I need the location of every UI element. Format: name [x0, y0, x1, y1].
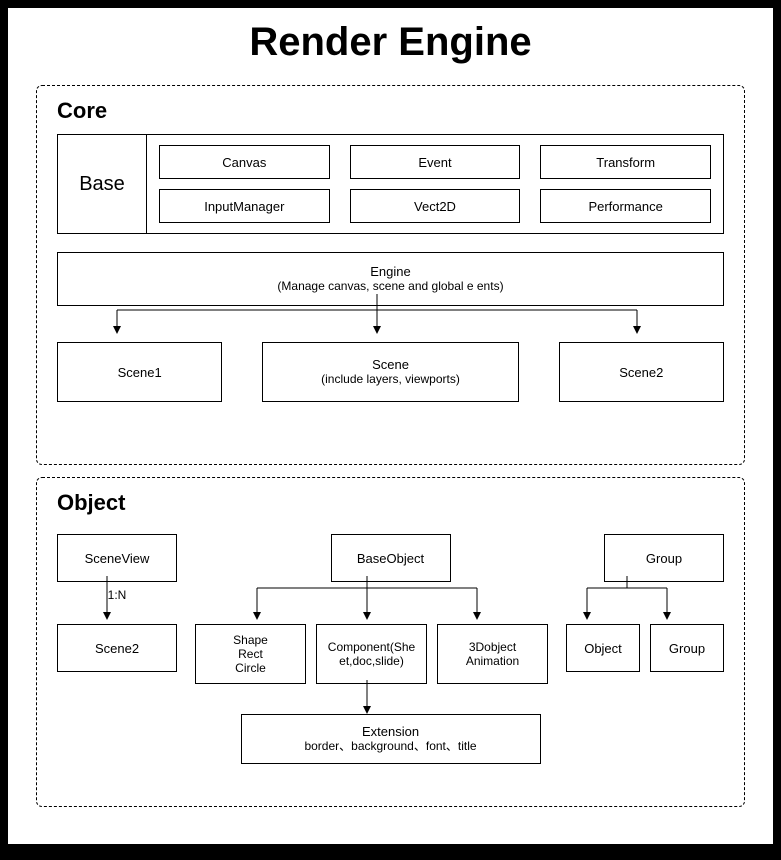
- component-box: Component(She et,doc,slide): [316, 624, 427, 684]
- core-section: Core Base Canvas Event Transform InputMa…: [36, 85, 745, 465]
- relation-annotation: 1:N: [57, 588, 177, 602]
- shape-box: Shape Rect Circle: [195, 624, 306, 684]
- group-child-box: Group: [650, 624, 724, 672]
- group-children: Object Group: [566, 624, 724, 672]
- base-container: Base Canvas Event Transform InputManager…: [57, 134, 724, 234]
- diagram-title: Render Engine: [8, 8, 773, 73]
- scene-label: Scene: [372, 357, 409, 372]
- scene2-object-box: Scene2: [57, 624, 177, 672]
- scene-sub: (include layers, viewports): [321, 372, 460, 388]
- base-module-performance: Performance: [540, 189, 711, 223]
- extension-connector: [57, 680, 697, 714]
- baseobject-box: BaseObject: [331, 534, 451, 582]
- scene1-box: Scene1: [57, 342, 222, 402]
- extension-label: Extension: [362, 724, 419, 739]
- object-section: Object SceneView BaseObject Group: [36, 477, 745, 807]
- base-module-transform: Transform: [540, 145, 711, 179]
- core-section-title: Core: [57, 98, 724, 124]
- base-module-canvas: Canvas: [159, 145, 330, 179]
- scene2-box: Scene2: [559, 342, 724, 402]
- scene-box: Scene (include layers, viewports): [262, 342, 518, 402]
- scene-row: Scene1 Scene (include layers, viewports)…: [57, 342, 724, 402]
- base-module-vect2d: Vect2D: [350, 189, 521, 223]
- object-child-box: Object: [566, 624, 640, 672]
- group-box: Group: [604, 534, 724, 582]
- threed-box: 3Dobject Animation: [437, 624, 548, 684]
- object-top-row: SceneView BaseObject Group: [57, 534, 724, 582]
- object-section-title: Object: [57, 490, 724, 516]
- baseobject-children: Shape Rect Circle Component(She et,doc,s…: [195, 624, 548, 684]
- base-module-inputmanager: InputManager: [159, 189, 330, 223]
- sceneview-box: SceneView: [57, 534, 177, 582]
- engine-sub: (Manage canvas, scene and global e ents): [277, 279, 503, 295]
- engine-label: Engine: [370, 264, 410, 279]
- base-modules-grid: Canvas Event Transform InputManager Vect…: [147, 134, 724, 234]
- base-module-event: Event: [350, 145, 521, 179]
- extension-box: Extension border、background、font、title: [241, 714, 541, 764]
- object-bottom-row: Scene2 Shape Rect Circle Component(She e…: [57, 624, 724, 684]
- engine-box: Engine (Manage canvas, scene and global …: [57, 252, 724, 306]
- extension-sub: border、background、font、title: [304, 739, 476, 755]
- base-label-box: Base: [57, 134, 147, 234]
